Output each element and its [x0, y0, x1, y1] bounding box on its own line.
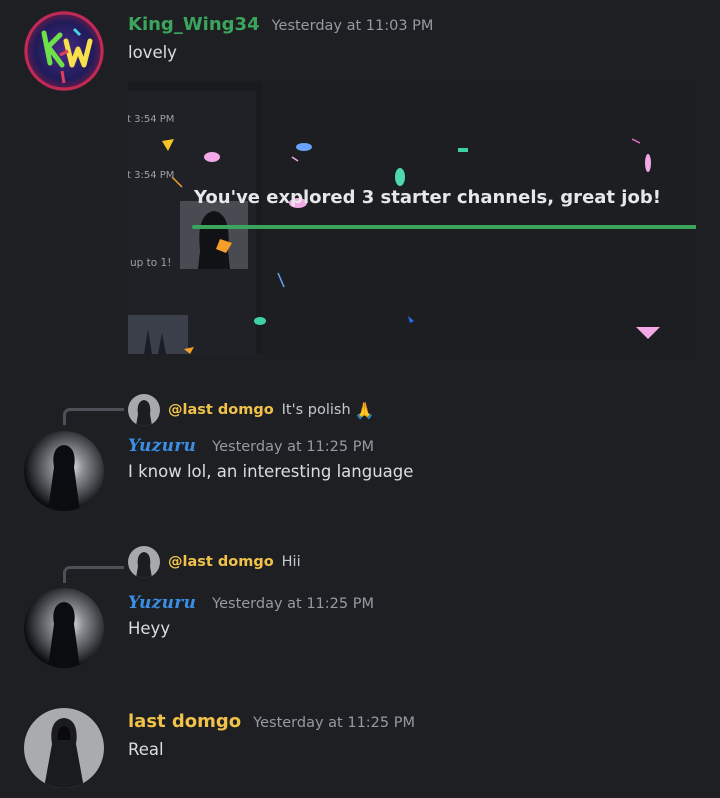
hooded-figure-icon [128, 394, 160, 426]
reply-connector [63, 408, 124, 425]
timestamp: Yesterday at 11:03 PM [271, 18, 434, 34]
reply-reference[interactable]: @last domgo It's polish 🙏 [128, 394, 375, 426]
side-timestamp: t 3:54 PM [128, 114, 175, 125]
kw-logo-avatar-icon [24, 11, 104, 91]
avatar[interactable] [24, 588, 104, 668]
author-name[interactable]: Yuzuru [128, 436, 196, 456]
side-timestamp: t 3:54 PM [128, 170, 175, 181]
hooded-figure-avatar-icon [24, 708, 104, 788]
message-text: lovely [128, 43, 177, 62]
dark-silhouette-avatar-icon [24, 588, 104, 668]
image-attachment[interactable]: t 3:54 PM t 3:54 PM up to 1! You've expl… [128, 81, 696, 354]
author-name[interactable]: last domgo [128, 711, 241, 732]
message-yuzuru-2: @last domgo Hii Yuzuru Yesterday at 11:25… [0, 538, 720, 678]
avatar[interactable] [24, 11, 104, 91]
reply-reference[interactable]: @last domgo Hii [128, 546, 301, 578]
timestamp: Yesterday at 11:25 PM [212, 596, 374, 612]
achievement-banner-text: You've explored 3 starter channels, grea… [194, 187, 661, 208]
side-text: up to 1! [130, 257, 172, 269]
hooded-figure-icon [128, 546, 160, 578]
dark-silhouette-avatar-icon [24, 431, 104, 511]
message-text: I know lol, an interesting language [128, 462, 414, 481]
timestamp: Yesterday at 11:25 PM [212, 439, 374, 455]
avatar[interactable] [24, 431, 104, 511]
timestamp: Yesterday at 11:25 PM [253, 715, 416, 731]
avatar[interactable] [24, 708, 104, 788]
message-text: Real [128, 740, 164, 759]
message-text: Heyy [128, 619, 171, 638]
reply-preview-text: Hii [281, 554, 301, 570]
reply-avatar [128, 546, 160, 578]
author-name[interactable]: King_Wing34 [128, 14, 260, 35]
attachment-screenshot-image [128, 81, 696, 354]
author-name[interactable]: Yuzuru [128, 593, 196, 613]
message-king-wing34: King_Wing34 Yesterday at 11:03 PM lovely [0, 0, 720, 360]
reply-avatar [128, 394, 160, 426]
folded-hands-emoji-icon: 🙏 [354, 400, 375, 420]
message-yuzuru-1: @last domgo It's polish 🙏 Yuzuru Yesterda… [0, 380, 720, 520]
reply-preview-text: It's polish [281, 402, 351, 418]
reply-author[interactable]: @last domgo [168, 402, 274, 418]
reply-connector [63, 566, 124, 583]
reply-author[interactable]: @last domgo [168, 554, 274, 570]
message-last-domgo: last domgo Yesterday at 11:25 PM Real [0, 696, 720, 798]
